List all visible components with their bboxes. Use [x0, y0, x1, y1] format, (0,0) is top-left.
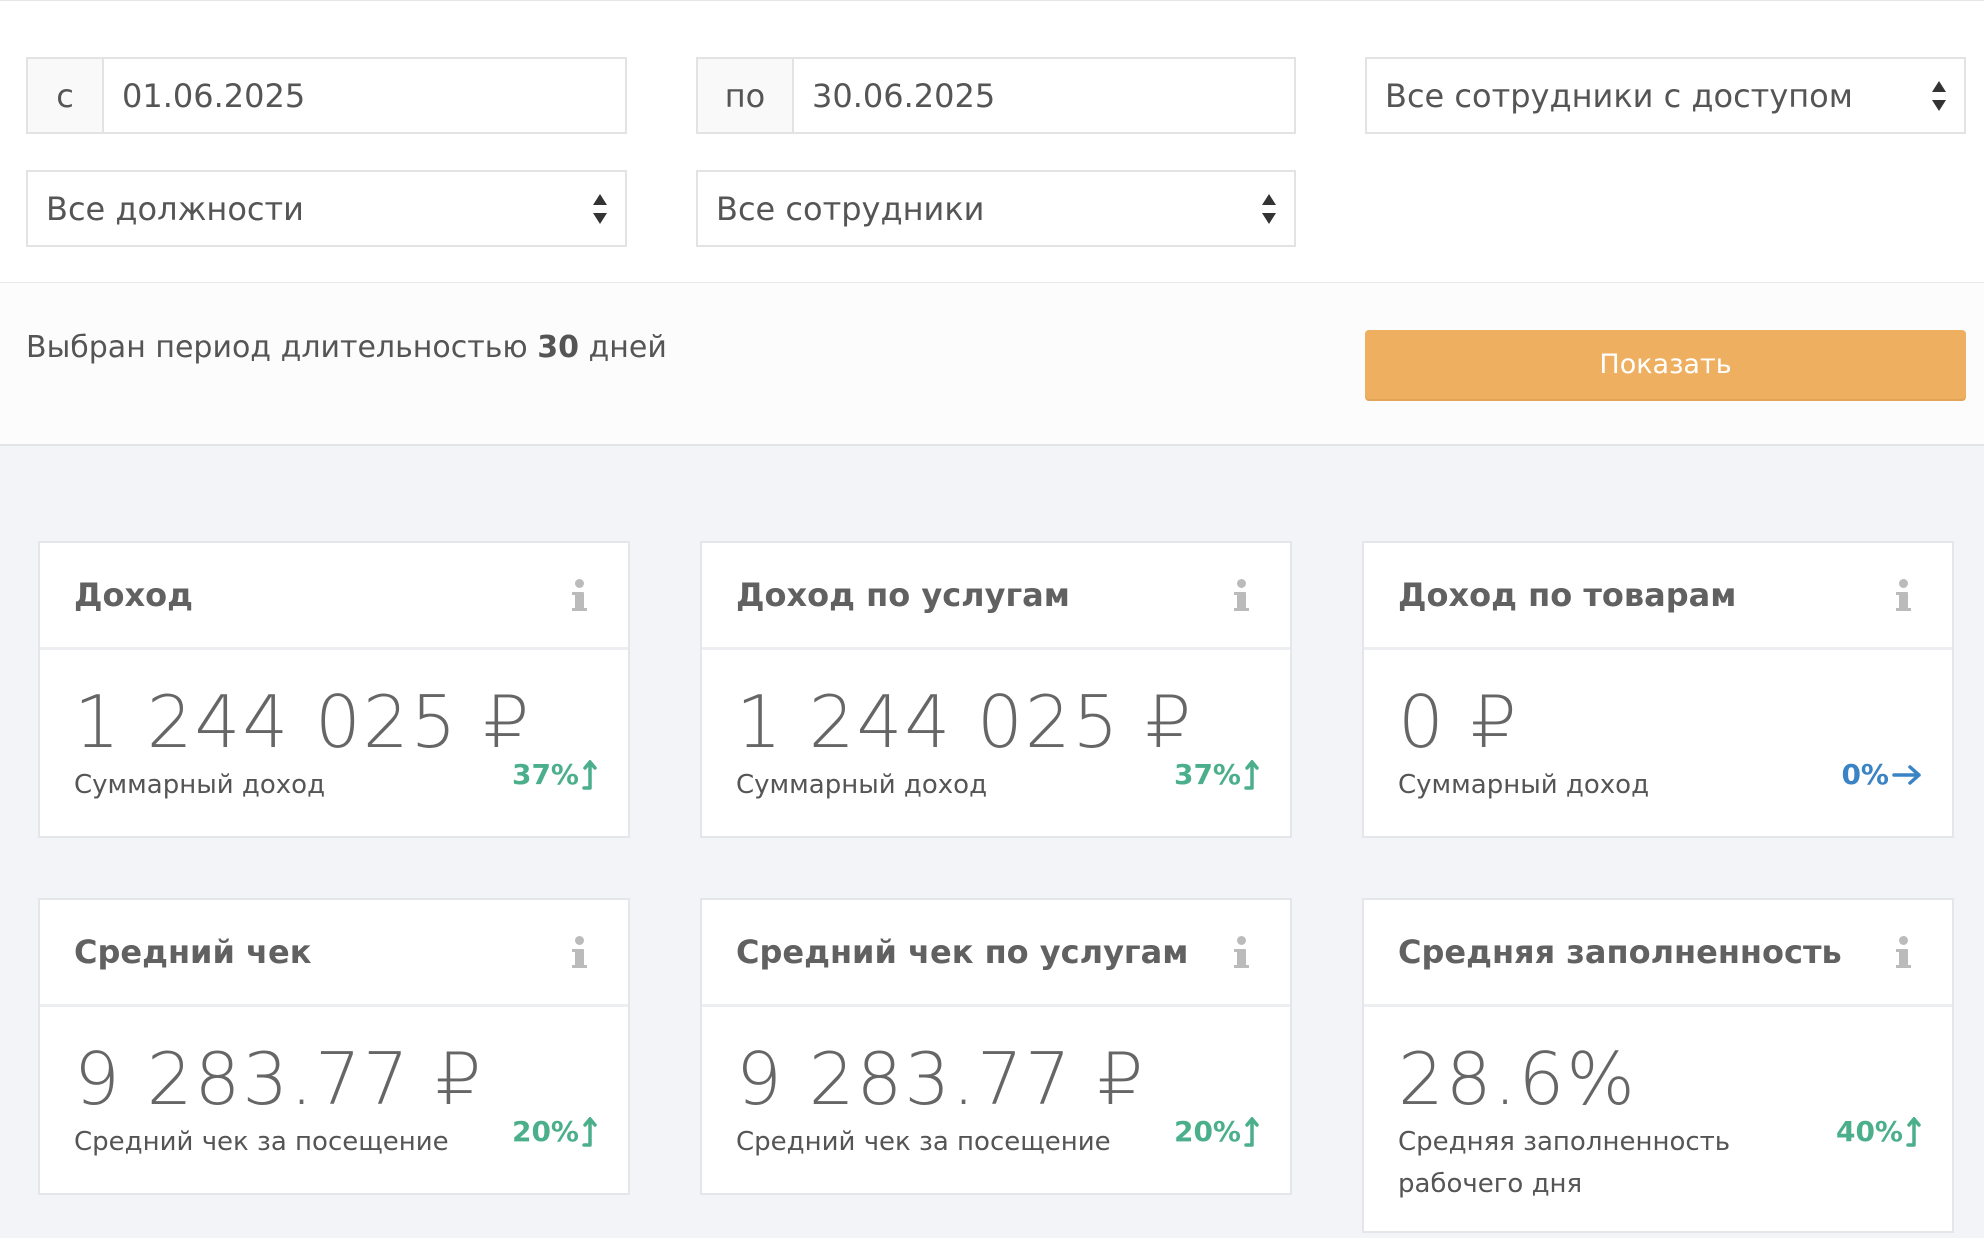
date-from-label: с: [28, 59, 104, 132]
card-header: Средний чек по услугам: [702, 900, 1290, 1007]
card-body: 1 244 025 ₽ Суммарный доход 37%: [702, 650, 1290, 836]
card-subtitle: Средняя заполненность рабочего дня: [1398, 1127, 1731, 1199]
info-icon[interactable]: [1234, 936, 1249, 968]
card-header: Доход по услугам: [702, 543, 1290, 650]
employees-access-select[interactable]: Все сотрудники с доступом: [1365, 57, 1966, 134]
trend-value: 20%: [511, 1115, 579, 1148]
card-value: 9 283.77 ₽: [74, 1037, 484, 1121]
card-subtitle: Средний чек за посещение: [74, 1127, 449, 1157]
info-icon[interactable]: [572, 579, 587, 611]
select-arrows-icon: [1260, 193, 1278, 224]
card-body: 0 ₽ Суммарный доход 0%: [1364, 650, 1952, 836]
card-subtitle: Суммарный доход: [1398, 770, 1650, 800]
card-value: 9 283.77 ₽: [736, 1037, 1146, 1121]
arrow-up-icon: [1906, 1116, 1921, 1147]
card-body: 9 283.77 ₽ Средний чек за посещение 20%: [40, 1007, 628, 1193]
date-to-label: по: [698, 59, 794, 132]
card-services-income: Доход по услугам 1 244 025 ₽ Суммарный д…: [700, 541, 1292, 838]
card-value: 0 ₽: [1398, 680, 1519, 764]
trend-value: 40%: [1835, 1115, 1903, 1148]
select-arrows-icon: [1930, 80, 1948, 111]
card-value: 1 244 025 ₽: [736, 680, 1194, 764]
trend-indicator: 20%: [512, 1115, 598, 1148]
trend-indicator: 37%: [512, 758, 598, 791]
trend-indicator: 40%: [1836, 1115, 1922, 1148]
card-value: 1 244 025 ₽: [74, 680, 532, 764]
info-icon[interactable]: [1896, 936, 1911, 968]
card-header: Средний чек: [40, 900, 628, 1007]
card-header: Доход: [40, 543, 628, 650]
card-body: 9 283.77 ₽ Средний чек за посещение 20%: [702, 1007, 1290, 1193]
arrow-up-icon: [582, 1116, 597, 1147]
card-title: Доход: [74, 576, 193, 614]
card-income: Доход 1 244 025 ₽ Суммарный доход 37%: [38, 541, 630, 838]
card-subtitle: Суммарный доход: [736, 770, 988, 800]
employees-select[interactable]: Все сотрудники: [696, 170, 1296, 247]
card-goods-income: Доход по товарам 0 ₽ Суммарный доход 0%: [1362, 541, 1954, 838]
card-subtitle: Средний чек за посещение: [736, 1127, 1111, 1157]
positions-select[interactable]: Все должности: [26, 170, 627, 247]
period-suffix: дней: [588, 330, 667, 365]
positions-select-value: Все должности: [46, 189, 304, 228]
card-services-average-check: Средний чек по услугам 9 283.77 ₽ Средни…: [700, 898, 1292, 1195]
period-prefix: Выбран период длительностью: [26, 330, 528, 365]
card-title: Средняя заполненность: [1398, 933, 1842, 971]
trend-value: 20%: [1173, 1115, 1241, 1148]
period-summary: Выбран период длительностью 30 дней: [26, 330, 667, 365]
trend-indicator: 0%: [1841, 758, 1922, 791]
arrow-up-icon: [582, 759, 597, 790]
card-subtitle: Суммарный доход: [74, 770, 326, 800]
card-title: Средний чек: [74, 933, 312, 971]
card-title: Доход по товарам: [1398, 576, 1737, 614]
card-body: 28.6% Средняя заполненность рабочего дня…: [1364, 1007, 1952, 1231]
card-body: 1 244 025 ₽ Суммарный доход 37%: [40, 650, 628, 836]
card-header: Средняя заполненность: [1364, 900, 1952, 1007]
employees-select-value: Все сотрудники: [716, 189, 985, 228]
trend-value: 37%: [511, 758, 579, 791]
arrow-right-icon: [1892, 764, 1921, 785]
select-arrows-icon: [591, 193, 609, 224]
card-title: Средний чек по услугам: [736, 933, 1189, 971]
date-from-input[interactable]: 01.06.2025: [104, 59, 625, 132]
trend-indicator: 20%: [1174, 1115, 1260, 1148]
card-header: Доход по товарам: [1364, 543, 1952, 650]
trend-value: 37%: [1173, 758, 1241, 791]
date-from-group[interactable]: с 01.06.2025: [26, 57, 627, 134]
card-title: Доход по услугам: [736, 576, 1070, 614]
arrow-up-icon: [1244, 759, 1259, 790]
info-icon[interactable]: [1234, 579, 1249, 611]
show-button[interactable]: Показать: [1365, 330, 1966, 399]
trend-indicator: 37%: [1174, 758, 1260, 791]
employees-access-select-value: Все сотрудники с доступом: [1385, 76, 1853, 115]
date-to-group[interactable]: по 30.06.2025: [696, 57, 1296, 134]
arrow-up-icon: [1244, 1116, 1259, 1147]
period-days: 30: [537, 330, 579, 365]
card-value: 28.6%: [1398, 1037, 1637, 1121]
date-to-input[interactable]: 30.06.2025: [794, 59, 1294, 132]
info-icon[interactable]: [572, 936, 587, 968]
card-average-check: Средний чек 9 283.77 ₽ Средний чек за по…: [38, 898, 630, 1195]
trend-value: 0%: [1841, 758, 1889, 791]
info-icon[interactable]: [1896, 579, 1911, 611]
card-average-occupancy: Средняя заполненность 28.6% Средняя запо…: [1362, 898, 1954, 1233]
